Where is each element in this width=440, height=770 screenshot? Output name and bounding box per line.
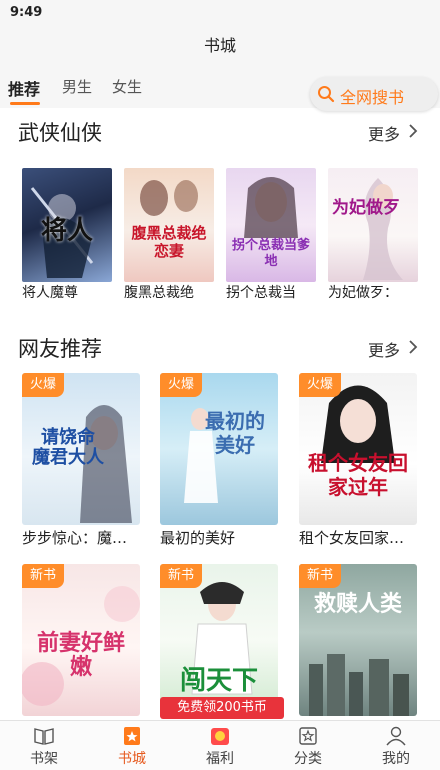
book-cover: 最初的美好 火爆 [160, 373, 278, 525]
book-title: 租个女友回家… [299, 529, 405, 547]
hot-badge: 火爆 [299, 373, 342, 397]
section-title: 武侠仙侠 [18, 121, 102, 145]
profile-icon [386, 726, 406, 746]
book-title: 为妃做歹： [328, 285, 398, 301]
nav-label: 我的 [382, 751, 410, 767]
nav-profile[interactable]: 我的 [352, 721, 440, 770]
nav-label: 书城 [118, 751, 146, 767]
cover-text: 租个女友回家过年 [308, 451, 408, 499]
tab-recommend[interactable]: 推荐 [8, 76, 40, 100]
book-card[interactable]: 请饶命 魔君大人 火爆 步步惊心：魔… [22, 373, 140, 553]
bottom-nav: 书架 书城 福利 分类 我的 [0, 720, 440, 770]
cover-text: 闯天下 [179, 666, 258, 696]
free-coins-banner[interactable]: 免费领200书币 [160, 697, 284, 719]
section-header-recommend: 网友推荐 更多 [0, 331, 440, 365]
book-title: 腹黑总裁绝 [124, 285, 194, 301]
category-icon [299, 727, 317, 745]
book-cover: 救赎人类 新书 [299, 564, 417, 716]
cover-text: 为妃做歹 [332, 198, 400, 218]
chevron-right-icon[interactable] [408, 123, 418, 139]
more-link[interactable]: 更多 [368, 337, 400, 361]
search-label: 全网搜书 [340, 88, 405, 107]
book-card[interactable]: 腹黑总裁绝恋妻 腹黑总裁绝 [124, 168, 214, 302]
search-button[interactable]: 全网搜书 [310, 77, 438, 111]
hot-badge: 火爆 [22, 373, 65, 397]
book-cover: 租个女友回家过年 火爆 [299, 373, 417, 525]
section-title: 网友推荐 [18, 337, 102, 361]
book-card[interactable]: 救赎人类 新书 [299, 564, 417, 720]
status-bar: 9:49 [0, 0, 440, 26]
cover-text: 拐个总裁当爹地 [232, 238, 311, 269]
cover-text: 将人 [40, 216, 93, 246]
section-header-wuxia: 武侠仙侠 更多 [0, 115, 440, 149]
book-cover: 为妃做歹 [328, 168, 418, 282]
new-badge: 新书 [160, 564, 203, 588]
nav-bookshelf[interactable]: 书架 [0, 721, 88, 770]
status-time: 9:49 [10, 5, 43, 20]
cover-text: 救赎人类 [313, 592, 402, 617]
more-link[interactable]: 更多 [368, 121, 400, 145]
book-cover: 拐个总裁当爹地 [226, 168, 316, 282]
book-title: 将人魔尊 [22, 285, 78, 301]
bookshelf-icon [34, 728, 54, 745]
book-card[interactable]: 将人 将人魔尊 [22, 168, 112, 302]
new-badge: 新书 [299, 564, 342, 588]
book-card[interactable]: 前妻好鲜嫩 新书 [22, 564, 140, 720]
book-card[interactable]: 拐个总裁当爹地 拐个总裁当 [226, 168, 316, 302]
book-card[interactable]: 租个女友回家过年 火爆 租个女友回家… [299, 373, 417, 553]
hot-badge: 火爆 [160, 373, 203, 397]
nav-label: 分类 [294, 751, 322, 767]
book-title: 拐个总裁当 [226, 285, 296, 301]
search-icon [318, 86, 335, 103]
new-badge: 新书 [22, 564, 65, 588]
nav-category[interactable]: 分类 [264, 721, 352, 770]
book-cover: 将人 [22, 168, 112, 282]
book-title: 步步惊心：魔… [22, 529, 128, 547]
app-header: 书城 [0, 26, 440, 66]
nav-label: 福利 [206, 751, 234, 767]
cover-text: 请饶命 魔君大人 [32, 427, 104, 468]
tab-male[interactable]: 男生 [62, 76, 92, 97]
nav-bookstore[interactable]: 书城 [88, 721, 176, 770]
nav-label: 书架 [30, 751, 58, 767]
tab-female[interactable]: 女生 [112, 76, 142, 97]
book-cover: 闯天下 新书 [160, 564, 278, 716]
book-title: 最初的美好 [160, 529, 236, 547]
cover-text: 腹黑总裁绝恋妻 [131, 224, 207, 260]
book-cover: 请饶命 魔君大人 火爆 [22, 373, 140, 525]
book-cover: 腹黑总裁绝恋妻 [124, 168, 214, 282]
cover-text: 前妻好鲜嫩 [36, 631, 125, 680]
chevron-right-icon[interactable] [408, 339, 418, 355]
book-card[interactable]: 为妃做歹 为妃做歹： [328, 168, 418, 302]
book-card[interactable]: 最初的美好 火爆 最初的美好 [160, 373, 278, 553]
bookstore-icon [124, 727, 140, 745]
nav-welfare[interactable]: 福利 [176, 721, 264, 770]
active-tab-indicator [10, 102, 40, 105]
book-cover: 前妻好鲜嫩 新书 [22, 564, 140, 716]
cover-text: 最初的美好 [205, 409, 265, 457]
page-title: 书城 [203, 36, 236, 55]
gift-icon [211, 728, 229, 745]
